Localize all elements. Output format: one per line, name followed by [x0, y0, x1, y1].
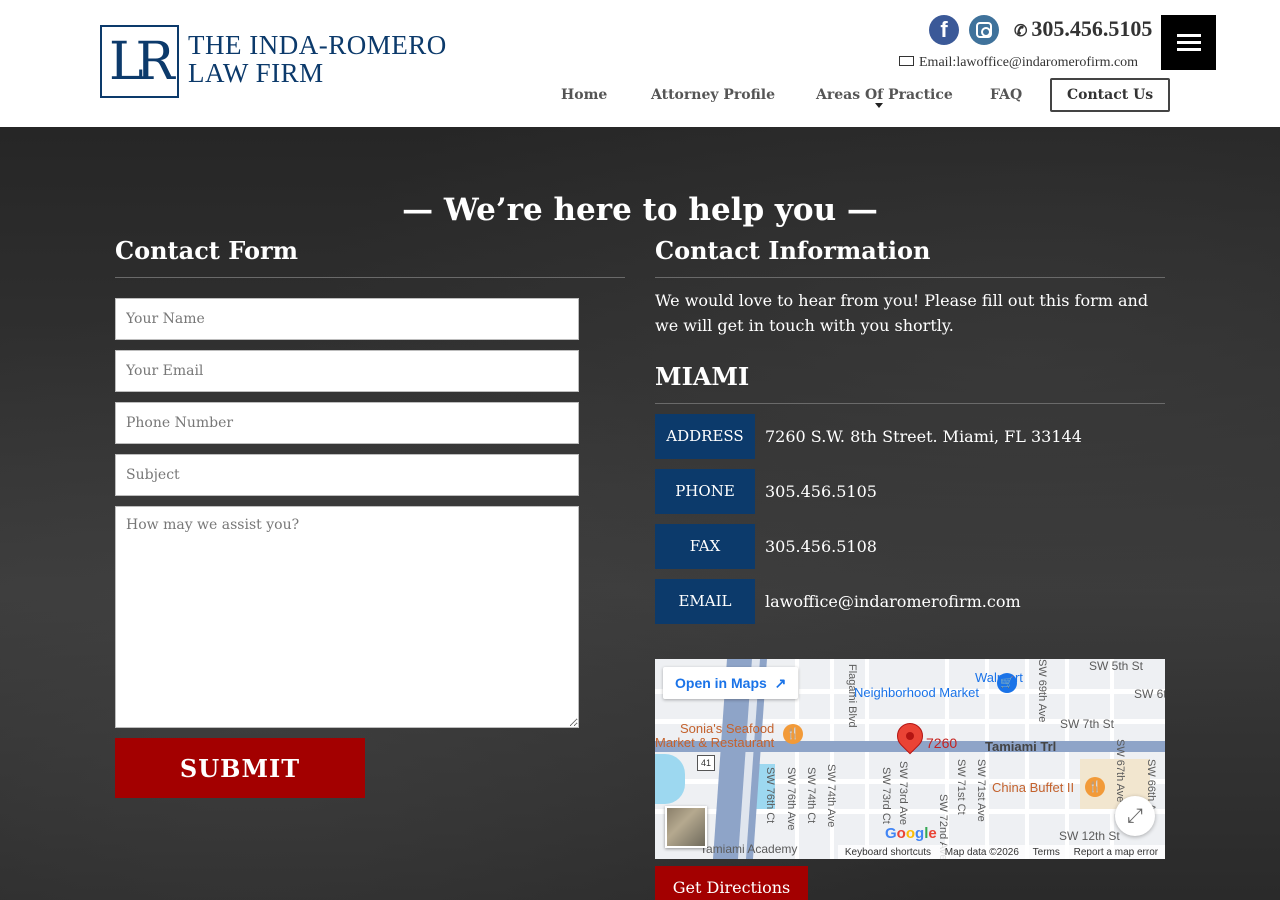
map-label-street: SW 74th Ct: [805, 767, 817, 824]
phone-label: PHONE: [655, 469, 755, 514]
logo-wordmark: THE INDA-ROMERO LAW FIRM: [188, 31, 447, 87]
open-in-maps-button[interactable]: Open in Maps ↗: [663, 667, 799, 699]
route-41-shield: 41: [697, 755, 715, 771]
map-water: [655, 754, 685, 804]
message-textarea[interactable]: [115, 506, 579, 728]
header-phone[interactable]: ✆ 305.456.5105: [1014, 16, 1152, 42]
address-label: ADDRESS: [655, 414, 755, 459]
map-road: [830, 659, 834, 859]
site-header: LR THE INDA-ROMERO LAW FIRM f ✆ 305.456.5…: [0, 0, 1280, 127]
keyboard-shortcuts-link[interactable]: Keyboard shortcuts: [845, 847, 931, 858]
map-label-sw7: SW 7th St: [1060, 717, 1115, 731]
map-label-street: SW 73rd Ct: [880, 767, 892, 824]
map-footer: Keyboard shortcuts Map data ©2026 Terms …: [838, 845, 1165, 859]
google-map[interactable]: 41 SW 5th St SW 6th SW 7th St SW 12th St…: [655, 659, 1165, 859]
info-divider: [655, 277, 1165, 278]
nav-faq[interactable]: FAQ: [990, 78, 1022, 112]
nav-home[interactable]: Home: [561, 78, 607, 112]
contact-form-title: Contact Form: [115, 236, 299, 265]
hero-title: — We’re here to help you —: [402, 192, 878, 228]
header-email-text: Email:lawoffice@indaromerofirm.com: [919, 55, 1139, 70]
map-label-sw6: SW 6th: [1134, 687, 1165, 701]
menu-bar-icon: [1177, 34, 1201, 37]
map-label-neighborhood-market: Neighborhood Market: [854, 685, 980, 700]
map-label-sw12: SW 12th St: [1059, 829, 1120, 843]
map-label-tamiami-trl: Tamiami Trl: [985, 739, 1057, 754]
envelope-icon: [899, 56, 914, 66]
form-divider: [115, 277, 625, 278]
fax-value: 305.456.5108: [765, 537, 877, 556]
nav-areas-of-practice[interactable]: Areas Of Practice: [816, 78, 953, 112]
map-data-attribution: Map data ©2026: [944, 846, 1019, 858]
map-label-street: SW 74th Ave: [825, 764, 837, 828]
map-label-sw5: SW 5th St: [1089, 659, 1144, 673]
instagram-icon[interactable]: [969, 15, 999, 45]
report-map-error-link[interactable]: Report a map error: [1074, 847, 1158, 858]
open-in-maps-label: Open in Maps: [675, 675, 767, 691]
menu-bar-icon: [1177, 48, 1201, 51]
terms-link[interactable]: Terms: [1033, 847, 1060, 858]
map-fullscreen-icon[interactable]: ⤢: [1115, 796, 1155, 836]
map-label-tamiami-academy: Tamiami Academy: [700, 842, 798, 856]
phone-icon: ✆: [1014, 23, 1028, 40]
logo-line-1: THE INDA-ROMERO: [188, 30, 447, 60]
subject-input[interactable]: [115, 454, 579, 496]
restaurant-icon[interactable]: 🍴: [783, 724, 803, 744]
satellite-view-toggle[interactable]: [665, 806, 707, 848]
address-value: 7260 S.W. 8th Street. Miami, FL 33144: [765, 427, 1082, 446]
phone-input[interactable]: [115, 402, 579, 444]
shopping-cart-icon[interactable]: 🛒: [997, 673, 1017, 693]
restaurant-icon[interactable]: 🍴: [1085, 777, 1105, 797]
office-divider: [655, 403, 1165, 404]
hamburger-menu-button[interactable]: [1161, 15, 1216, 70]
logo-monogram: LR: [109, 32, 175, 92]
map-label-street: SW 67th Ave: [1114, 739, 1126, 803]
map-label-flagami: Flagami Blvd: [846, 664, 858, 728]
map-label-china-buffet: China Buffet II: [992, 780, 1075, 795]
contact-intro-text: We would love to hear from you! Please f…: [655, 291, 1149, 335]
office-title: MIAMI: [655, 362, 750, 391]
name-input[interactable]: [115, 298, 579, 340]
map-label-sonias-2: Market & Restaurant: [655, 735, 775, 750]
map-label-pin: 7260: [926, 735, 958, 751]
external-link-icon: ↗: [770, 675, 787, 691]
firm-logo[interactable]: LR THE INDA-ROMERO LAW FIRM: [100, 25, 448, 98]
map-label-street: SW 76th Ave: [785, 767, 797, 831]
menu-bar-icon: [1177, 41, 1201, 44]
map-road: [1025, 659, 1029, 859]
map-label-street: SW 71st Ave: [975, 759, 987, 822]
map-label-street: SW 69th Ave: [1036, 659, 1048, 723]
map-label-sonias-1: Sonia's Seafood: [680, 721, 775, 736]
google-logo: Google: [885, 825, 937, 842]
email-input[interactable]: [115, 350, 579, 392]
map-label-street: SW 76th Ct: [764, 767, 776, 824]
phone-value[interactable]: 305.456.5105: [765, 469, 877, 514]
nav-contact-us-button[interactable]: Contact Us: [1050, 78, 1171, 112]
fax-label: FAX: [655, 524, 755, 569]
get-directions-button[interactable]: Get Directions: [655, 866, 808, 900]
nav-attorney-profile[interactable]: Attorney Profile: [651, 78, 775, 112]
logo-line-2: LAW FIRM: [188, 58, 324, 88]
map-label-street: SW 71st Ct: [955, 759, 967, 815]
header-phone-number: 305.456.5105: [1031, 16, 1153, 41]
contact-info-title: Contact Information: [655, 236, 931, 265]
logo-monogram-box: LR: [100, 25, 179, 98]
map-label-street: SW 73rd Ave: [897, 761, 909, 825]
header-email[interactable]: Email:lawoffice@indaromerofirm.com: [899, 55, 1138, 71]
submit-button[interactable]: SUBMIT: [115, 738, 365, 798]
email-label: EMAIL: [655, 579, 755, 624]
email-value[interactable]: lawoffice@indaromerofirm.com: [765, 579, 1021, 624]
caret-down-icon: [875, 103, 883, 108]
facebook-icon[interactable]: f: [929, 15, 959, 45]
